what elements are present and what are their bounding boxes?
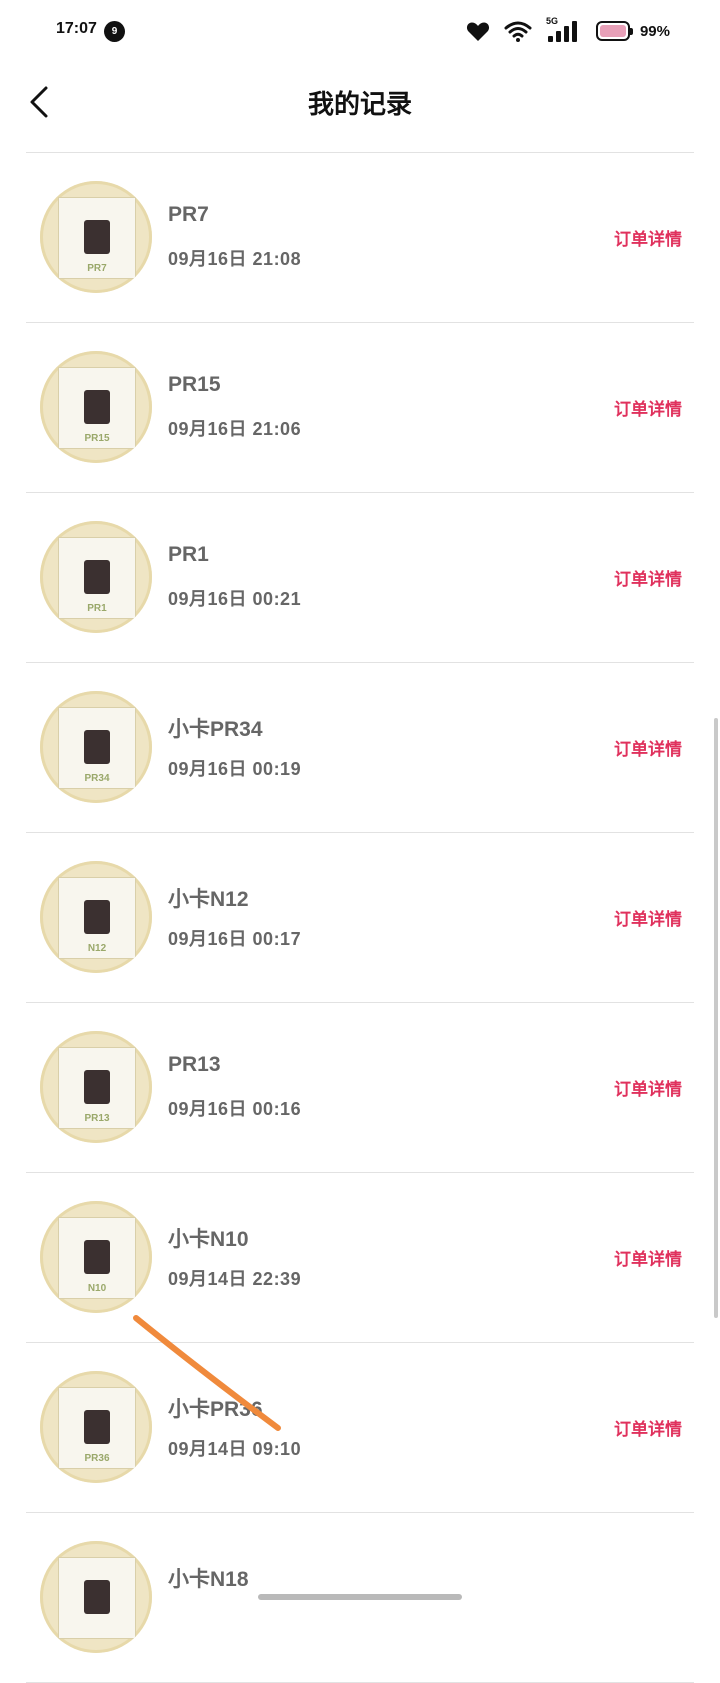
photo <box>84 560 110 594</box>
record-name: 小卡N10 <box>168 1228 249 1251</box>
thumbnail-label: PR1 <box>87 603 107 614</box>
record-thumbnail[interactable]: PR15 <box>40 351 152 463</box>
photo <box>84 1580 110 1614</box>
photo <box>84 730 110 764</box>
record-name: PR7 <box>168 203 209 226</box>
header: 我的记录 <box>0 66 720 152</box>
card-image: N12 <box>58 877 136 959</box>
photo <box>84 220 110 254</box>
card-image: PR1 <box>58 537 136 619</box>
order-detail-link[interactable]: 订单详情 <box>614 1075 682 1100</box>
record-name: 小卡N12 <box>168 888 249 911</box>
photo <box>84 390 110 424</box>
record-name: PR13 <box>168 1053 221 1076</box>
record-list[interactable]: PR7 PR7 09月16日 21:08 订单详情 PR15 PR15 09月1… <box>0 153 720 1683</box>
list-item[interactable]: N12 小卡N12 09月16日 00:17 订单详情 <box>26 833 694 1003</box>
card-image: PR34 <box>58 707 136 789</box>
order-detail-link[interactable]: 订单详情 <box>614 735 682 760</box>
card-image: PR13 <box>58 1047 136 1129</box>
card-image <box>58 1557 136 1639</box>
list-item[interactable]: N10 小卡N10 09月14日 22:39 订单详情 <box>26 1173 694 1343</box>
record-time: 09月16日 00:21 <box>168 589 302 609</box>
thumbnail-label: PR36 <box>84 1453 110 1464</box>
record-name: PR15 <box>168 373 221 396</box>
order-detail-link[interactable]: 订单详情 <box>614 1245 682 1270</box>
record-time: 09月14日 22:39 <box>168 1269 302 1289</box>
notification-badge: 9 <box>104 21 125 42</box>
record-thumbnail[interactable]: PR13 <box>40 1031 152 1143</box>
record-thumbnail[interactable]: PR36 <box>40 1371 152 1483</box>
status-bar: 17:07 9 5G 99% <box>0 0 720 66</box>
photo <box>84 1070 110 1104</box>
record-time: 09月16日 00:17 <box>168 929 302 949</box>
list-item[interactable]: PR13 PR13 09月16日 00:16 订单详情 <box>26 1003 694 1173</box>
card-image: PR36 <box>58 1387 136 1469</box>
thumbnail-label: PR7 <box>87 263 107 274</box>
record-time: 09月16日 21:06 <box>168 419 302 439</box>
record-name: 小卡N18 <box>168 1568 249 1591</box>
thumbnail-label: N12 <box>87 943 107 954</box>
record-thumbnail[interactable]: PR1 <box>40 521 152 633</box>
thumbnail-label: PR15 <box>84 433 110 444</box>
thumbnail-label: PR13 <box>84 1113 110 1124</box>
order-detail-link[interactable]: 订单详情 <box>614 905 682 930</box>
list-item[interactable]: PR34 小卡PR34 09月16日 00:19 订单详情 <box>26 663 694 833</box>
thumbnail-label: N10 <box>87 1283 107 1294</box>
signal-icon: 5G <box>546 16 582 44</box>
battery-percent: 99% <box>639 22 670 40</box>
card-image: N10 <box>58 1217 136 1299</box>
record-thumbnail[interactable]: PR7 <box>40 181 152 293</box>
home-indicator[interactable] <box>258 1594 462 1600</box>
record-name: 小卡PR36 <box>168 1398 263 1421</box>
photo <box>84 1240 110 1274</box>
record-thumbnail[interactable]: N10 <box>40 1201 152 1313</box>
page-title: 我的记录 <box>307 89 412 119</box>
status-time: 17:07 <box>56 20 97 37</box>
order-detail-link[interactable]: 订单详情 <box>614 395 682 420</box>
record-thumbnail[interactable] <box>40 1541 152 1653</box>
battery: 99% <box>595 21 670 41</box>
record-thumbnail[interactable]: N12 <box>40 861 152 973</box>
list-item[interactable]: PR36 小卡PR36 09月14日 09:10 订单详情 <box>26 1343 694 1513</box>
record-name: 小卡PR34 <box>168 718 263 741</box>
heart-icon <box>466 22 490 41</box>
record-time: 09月16日 21:08 <box>168 249 302 269</box>
list-item[interactable]: PR7 PR7 09月16日 21:08 订单详情 <box>26 153 694 323</box>
card-image: PR15 <box>58 367 136 449</box>
record-thumbnail[interactable]: PR34 <box>40 691 152 803</box>
card-image: PR7 <box>58 197 136 279</box>
wifi-icon <box>504 21 532 42</box>
record-time: 09月16日 00:16 <box>168 1099 302 1119</box>
record-time: 09月16日 00:19 <box>168 759 302 779</box>
battery-icon <box>595 21 633 41</box>
order-detail-link[interactable]: 订单详情 <box>614 565 682 590</box>
record-name: PR1 <box>168 543 209 566</box>
list-item[interactable]: PR15 PR15 09月16日 21:06 订单详情 <box>26 323 694 493</box>
photo <box>84 900 110 934</box>
photo <box>84 1410 110 1444</box>
order-detail-link[interactable]: 订单详情 <box>614 225 682 250</box>
record-time: 09月14日 09:10 <box>168 1439 302 1459</box>
scrollbar[interactable] <box>714 718 718 1318</box>
status-icons: 5G 99% <box>466 16 670 46</box>
thumbnail-label: PR34 <box>84 773 110 784</box>
order-detail-link[interactable]: 订单详情 <box>614 1415 682 1440</box>
list-item[interactable]: PR1 PR1 09月16日 00:21 订单详情 <box>26 493 694 663</box>
